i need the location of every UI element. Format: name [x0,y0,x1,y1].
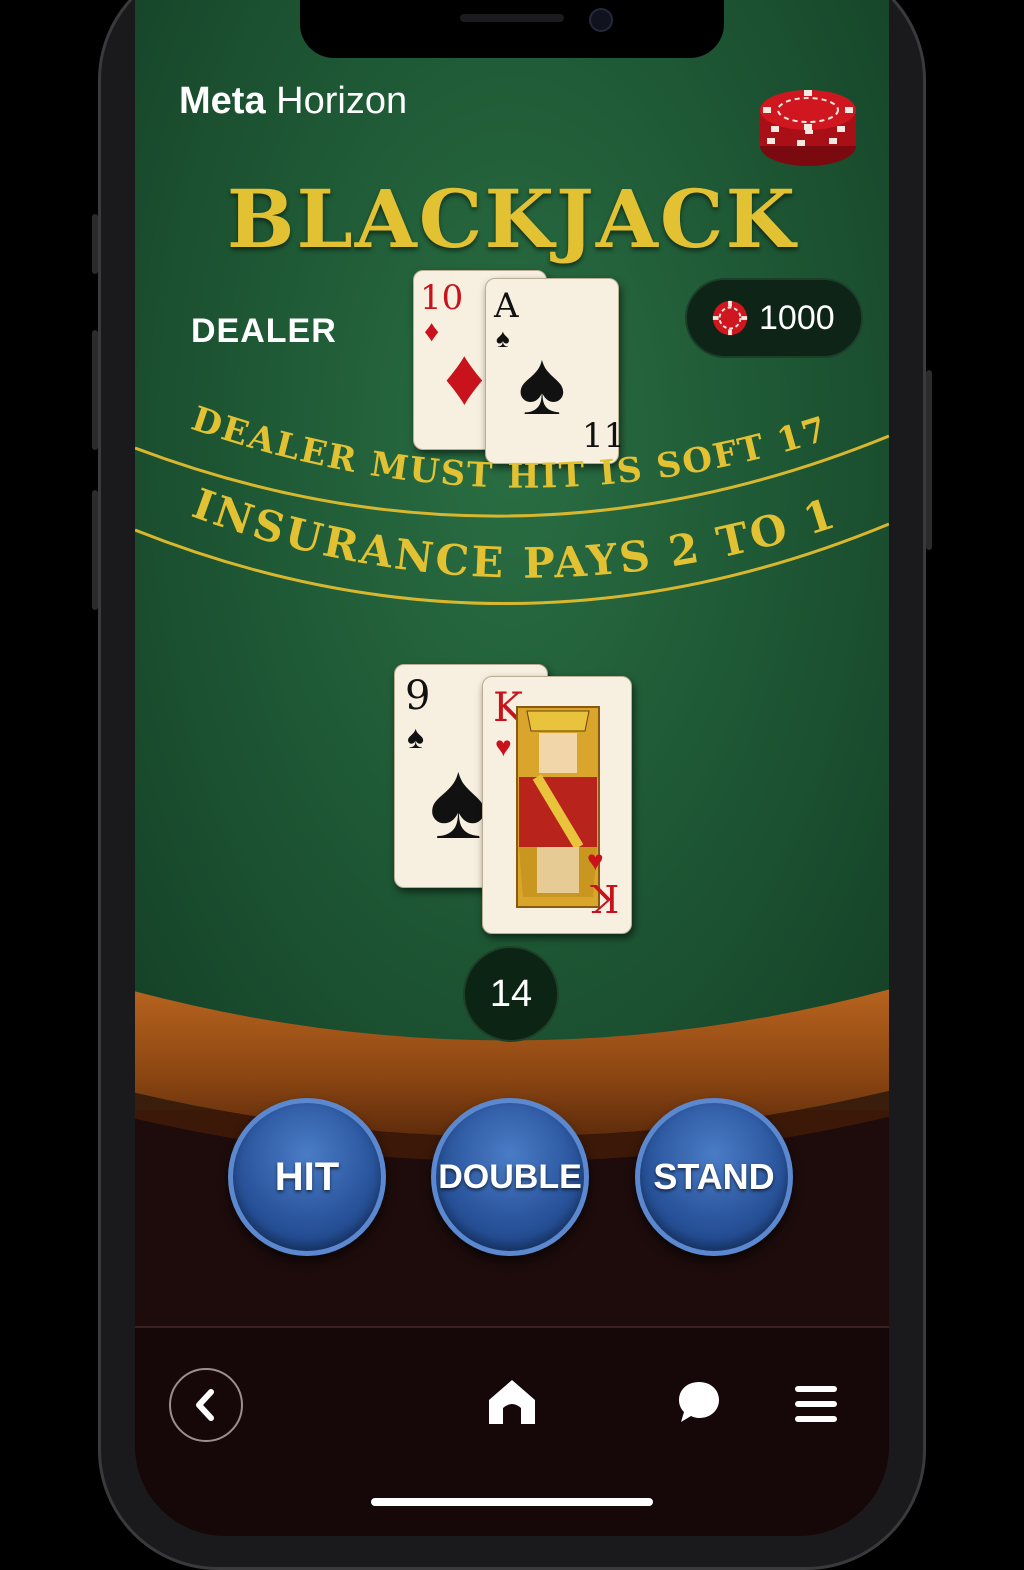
home-icon[interactable] [485,1376,539,1428]
card-rank: 9 [405,673,431,719]
stand-button[interactable]: STAND [635,1098,793,1256]
player-hand-total: 14 [463,946,559,1042]
spade-suit-icon: ♠ [407,719,424,755]
bottom-nav-bar [135,1326,889,1536]
rule-text-hit-soft-17: DEALER MUST HIT IS SOFT 17 [187,399,834,497]
heart-suit-icon: ♥ [587,845,604,876]
home-indicator [371,1498,653,1506]
chevron-left-icon [196,1389,214,1421]
hit-button-label: HIT [274,1154,340,1199]
double-button-label: DOUBLE [438,1157,582,1196]
hit-button[interactable]: HIT [228,1098,386,1256]
table-markings: DEALER MUST HIT IS SOFT 17 INSURANCE PAY… [135,399,889,606]
app-screen: Meta Horizon BLACKJACK DEALER 1000 10 ♦ … [135,0,889,1536]
stand-button-label: STAND [653,1156,775,1197]
phone-volume-down [92,490,98,610]
double-button[interactable]: DOUBLE [431,1098,589,1256]
hamburger-menu-icon[interactable] [793,1384,839,1424]
back-button[interactable] [169,1368,243,1442]
chat-bubble-icon[interactable] [677,1380,721,1424]
card-rank-inverted: K [591,876,620,920]
player-card-2: K ♥ ♥ K [482,676,632,934]
phone-volume-up [92,330,98,450]
phone-power-button [926,370,932,550]
spade-suit-icon: ♠ [429,739,488,862]
phone-mute-switch [92,214,98,274]
